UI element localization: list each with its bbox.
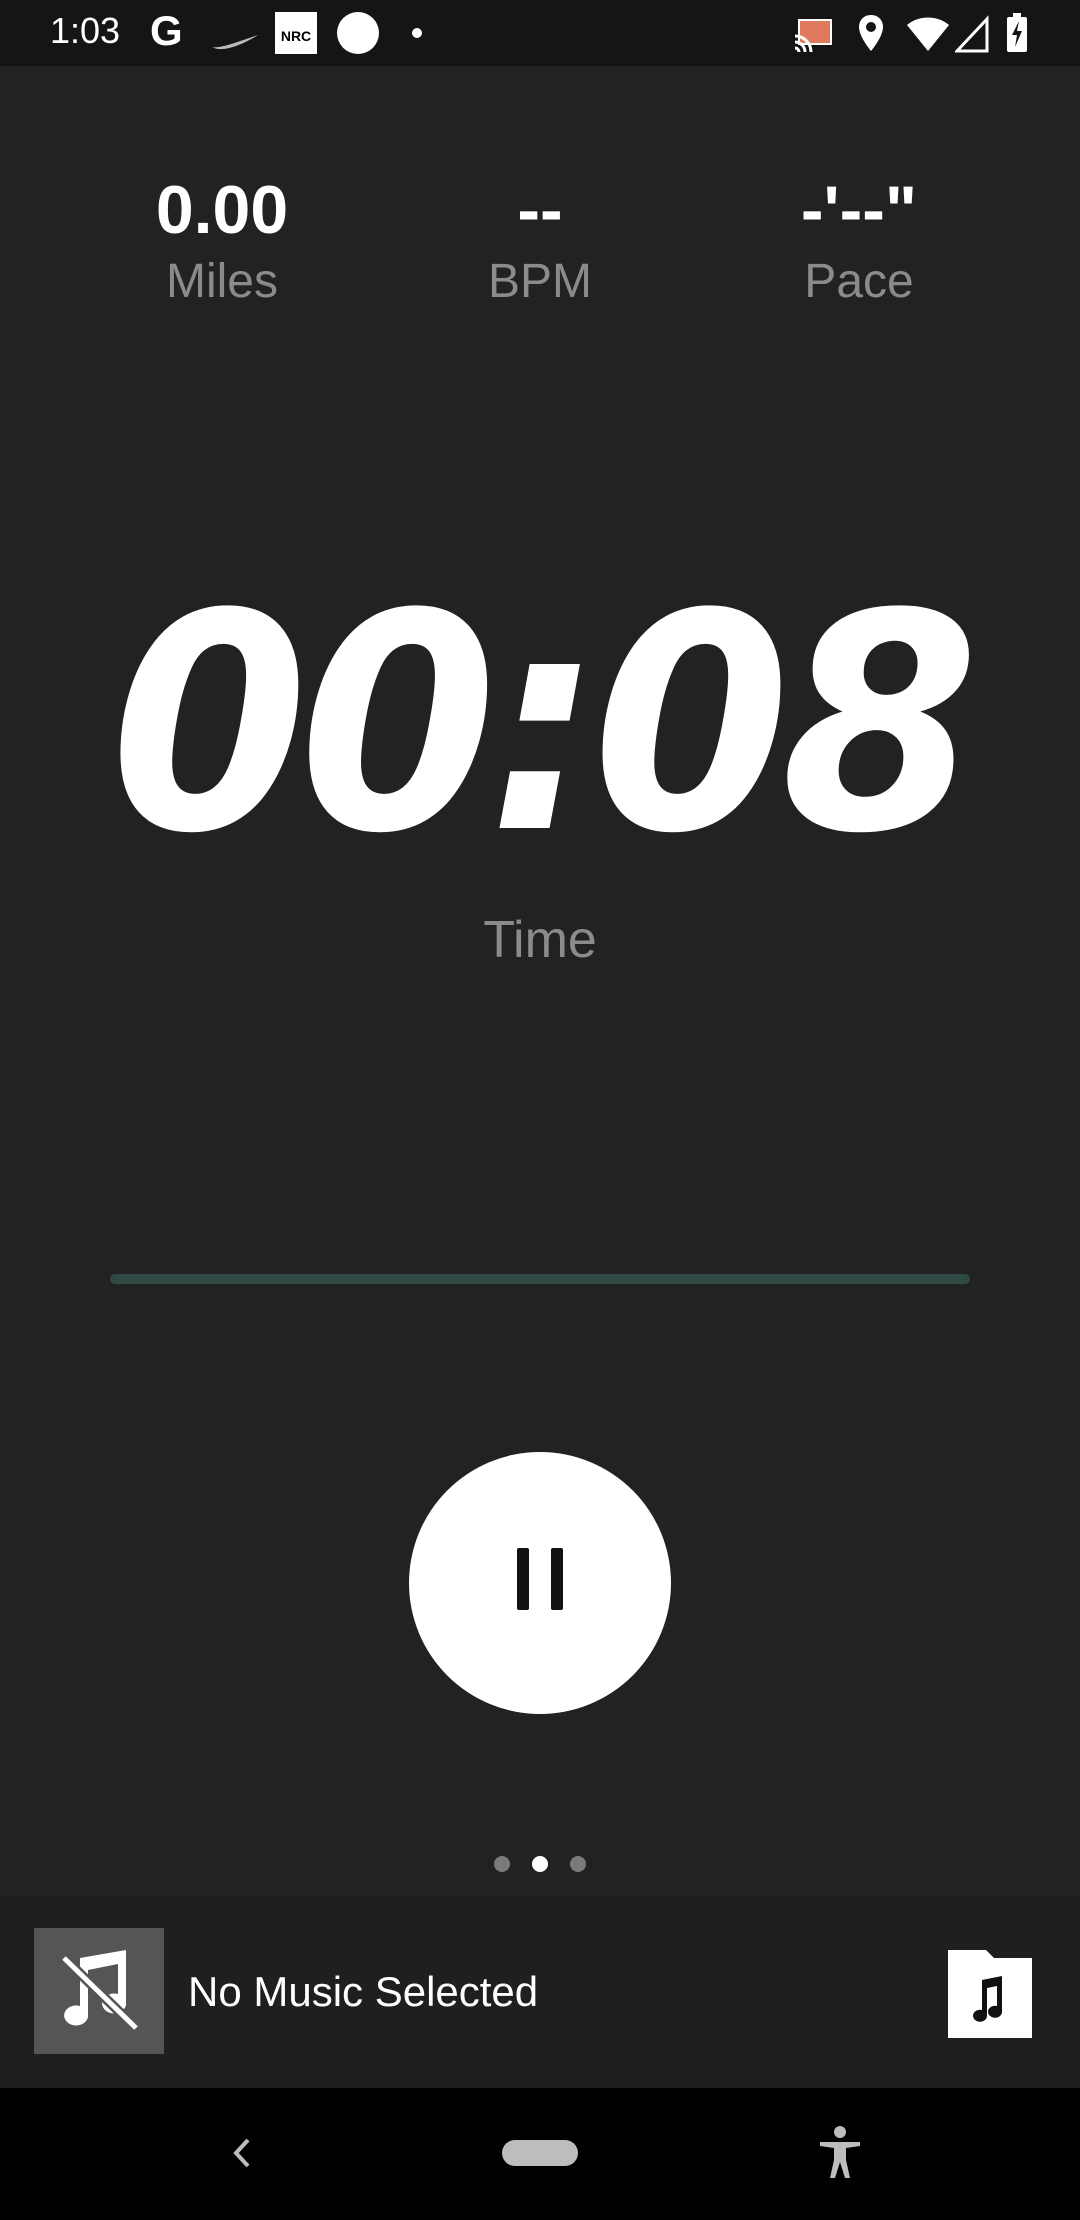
cell-signal-icon <box>955 15 989 53</box>
status-bar: 1:03 G NRC <box>0 0 1080 66</box>
back-icon[interactable] <box>222 2128 262 2178</box>
music-library-button[interactable] <box>904 1946 1032 2038</box>
music-off-icon <box>60 1950 140 2032</box>
page-dot[interactable] <box>494 1856 510 1872</box>
music-bar: No Music Selected <box>0 1896 1080 2088</box>
page-dot[interactable] <box>570 1856 586 1872</box>
pace-stat: -'--" Pace <box>699 170 1019 309</box>
wifi-icon <box>907 17 949 51</box>
nike-swoosh-icon <box>212 35 258 50</box>
page-dot[interactable] <box>532 1856 548 1872</box>
heart-rate-label: BPM <box>487 255 592 308</box>
pause-button[interactable] <box>409 1452 671 1714</box>
home-pill[interactable] <box>502 2140 578 2166</box>
system-nav-bar <box>0 2088 1080 2220</box>
heart-rate-stat: -- BPM <box>380 170 700 309</box>
cast-icon <box>794 19 832 53</box>
pace-label: Pace <box>804 255 914 308</box>
google-icon: G <box>150 7 183 54</box>
music-folder-icon <box>948 1950 1032 2038</box>
music-status-label: No Music Selected <box>188 1968 539 2015</box>
music-artwork[interactable] <box>34 1928 164 2054</box>
heart-rate-value: -- <box>517 172 563 248</box>
pause-icon <box>517 1548 529 1610</box>
status-time: 1:03 <box>50 10 121 51</box>
distance-stat: 0.00 Miles <box>62 170 382 309</box>
page-indicator <box>0 1856 1080 1877</box>
accessibility-icon[interactable] <box>816 2124 864 2180</box>
battery-charging-icon <box>1007 13 1027 52</box>
screenshot-icon <box>337 12 379 54</box>
location-icon <box>859 15 883 51</box>
more-notifications-dot-icon <box>412 28 422 38</box>
run-progress-bar <box>110 1274 970 1284</box>
nrc-app-icon: NRC <box>275 12 317 54</box>
distance-value: 0.00 <box>155 172 289 248</box>
elapsed-time-label: Time <box>483 911 597 969</box>
elapsed-time-value: 00:08 <box>110 550 979 899</box>
pace-value: -'--" <box>800 172 918 248</box>
distance-label: Miles <box>165 255 278 308</box>
